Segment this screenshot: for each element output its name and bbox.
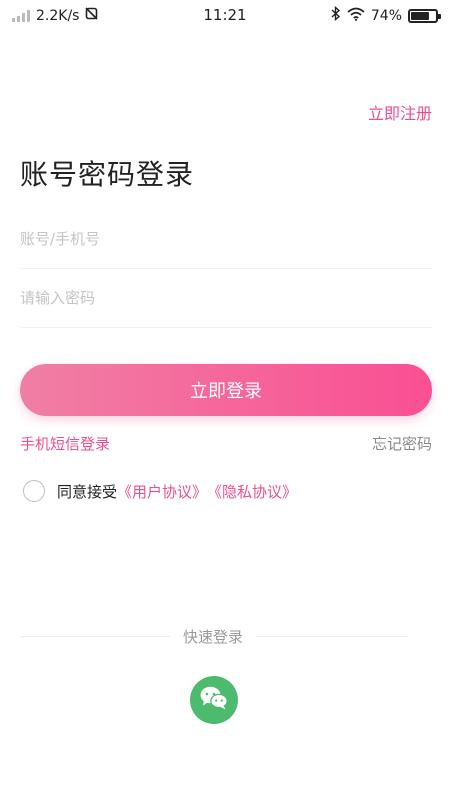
wifi-icon bbox=[347, 7, 365, 25]
privacy-policy-link[interactable]: 《隐私协议》 bbox=[207, 481, 297, 502]
bluetooth-icon bbox=[331, 5, 341, 25]
wechat-icon bbox=[199, 685, 229, 715]
page-title: 账号密码登录 bbox=[20, 158, 195, 191]
agreement-prefix: 同意接受 bbox=[57, 482, 118, 501]
login-button[interactable]: 立即登录 bbox=[20, 364, 432, 416]
password-field bbox=[20, 268, 432, 328]
status-bar: 2.2K/s 11:21 74% bbox=[0, 0, 450, 30]
user-agreement-link[interactable]: 《用户协议》 bbox=[117, 481, 207, 502]
register-link[interactable]: 立即注册 bbox=[368, 100, 432, 124]
agreement-row: 同意接受 《用户协议》 《隐私协议》 bbox=[23, 480, 297, 502]
forgot-password-link[interactable]: 忘记密码 bbox=[372, 433, 432, 454]
battery-percent: 74% bbox=[370, 7, 402, 24]
sms-login-link[interactable]: 手机短信登录 bbox=[20, 433, 110, 454]
wechat-login-button[interactable] bbox=[190, 676, 238, 724]
agreement-checkbox[interactable] bbox=[23, 480, 45, 502]
account-field bbox=[20, 209, 432, 269]
quick-login-label: 快速登录 bbox=[170, 626, 256, 647]
password-input[interactable] bbox=[20, 268, 432, 327]
account-input[interactable] bbox=[20, 209, 432, 268]
status-right: 74% bbox=[331, 5, 441, 25]
battery-icon bbox=[408, 8, 441, 23]
battery-fill bbox=[411, 11, 429, 20]
